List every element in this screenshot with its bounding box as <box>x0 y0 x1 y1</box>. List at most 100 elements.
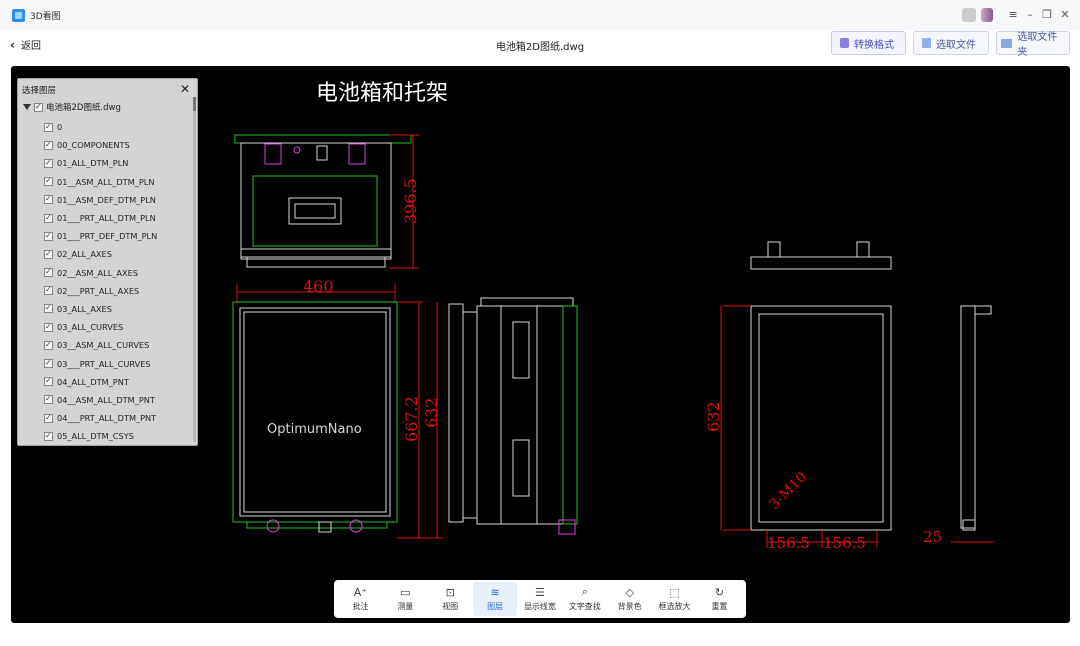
layer-checkbox[interactable] <box>44 176 53 187</box>
layer-name: 01__ASM_ALL_DTM_PLN <box>57 176 155 187</box>
layer-item[interactable]: 0 <box>44 118 157 136</box>
layer-item[interactable]: 05_ALL_DTM_CSYS <box>44 427 157 445</box>
line-width-label: 显示线宽 <box>523 602 556 611</box>
bottom-toolbar: A⁺ 批注 ▭ 测量 ⊡ 视图 ≋ 图层 ☰ 显示线宽 ⌕ 文字查找 ◇ 背景色… <box>334 580 746 618</box>
layer-checkbox[interactable] <box>44 194 53 205</box>
text-search-icon: ⌕ <box>581 585 588 598</box>
layer-checkbox[interactable] <box>44 122 53 132</box>
layer-checkbox[interactable] <box>44 267 53 278</box>
layer-name: 02__ASM_ALL_AXES <box>57 267 138 278</box>
select-folder-button[interactable]: 选取文件夹 <box>996 31 1070 58</box>
layer-name: 0 <box>57 122 63 133</box>
convert-format-label: 转换格式 <box>854 39 894 51</box>
layer-checkbox[interactable] <box>44 394 53 405</box>
layer-name: 03__ASM_ALL_CURVES <box>57 340 150 351</box>
avatar[interactable] <box>962 8 976 22</box>
reset-icon: ↻ <box>714 585 725 599</box>
front-view: 460 OptimumNano 667.2 632 <box>232 277 443 539</box>
layer-checkbox[interactable] <box>44 322 53 332</box>
layer-checkbox[interactable] <box>44 231 53 241</box>
layer-checkbox[interactable] <box>44 431 53 441</box>
layers-label: 图层 <box>487 602 504 611</box>
dim-bracket-height: 632 <box>704 401 723 432</box>
user-badge-icon[interactable] <box>981 8 993 22</box>
drawing-title: 电池箱和托架 <box>316 81 448 106</box>
layer-item[interactable]: 01__ASM_ALL_DTM_PLN <box>44 173 157 191</box>
reset-button[interactable]: ↻ 重置 <box>697 582 741 616</box>
close-icon[interactable]: ✕ <box>1058 8 1072 22</box>
layer-item[interactable]: 00_COMPONENTS <box>44 136 157 154</box>
layer-checkbox[interactable] <box>44 249 53 259</box>
layer-item[interactable]: 04_ALL_DTM_PNT <box>44 373 157 391</box>
layer-checkbox[interactable] <box>44 140 53 150</box>
zoom-box-button[interactable]: ⬚ 框选放大 <box>653 582 697 616</box>
file-icon <box>922 38 931 48</box>
layer-name: 02_ALL_AXES <box>57 249 112 260</box>
view-button[interactable]: ⊡ 视图 <box>428 582 472 616</box>
layer-checkbox[interactable] <box>44 303 53 314</box>
layer-checkbox[interactable] <box>44 285 53 296</box>
view-label: 视图 <box>442 602 459 611</box>
layer-item[interactable]: 02__ASM_ALL_AXES <box>44 264 157 282</box>
layer-checkbox[interactable] <box>34 102 43 112</box>
select-folder-label: 选取文件夹 <box>1017 32 1058 58</box>
layer-item[interactable]: 03__ASM_ALL_CURVES <box>44 336 157 354</box>
layer-panel: 选择图层 ✕ 电池箱2D图纸.dwg 0 00_COMPONENTS 01_AL… <box>17 78 198 446</box>
menu-icon[interactable]: ≡ <box>1006 8 1020 22</box>
layer-item[interactable]: 01___PRT_ALL_DTM_PLN <box>44 209 157 227</box>
layer-item[interactable]: 04__ASM_ALL_DTM_PNT <box>44 391 157 409</box>
layer-item[interactable]: 01__ASM_DEF_DTM_PLN <box>44 191 157 209</box>
dim-height-632: 632 <box>422 397 441 428</box>
layer-checkbox[interactable] <box>44 413 53 423</box>
layer-checkbox[interactable] <box>44 358 53 369</box>
title-bar: 3D看图 ≡ – ❐ ✕ <box>0 0 1080 30</box>
layer-name: 01__ASM_DEF_DTM_PLN <box>57 194 156 205</box>
convert-format-button[interactable]: 转换格式 <box>831 31 906 55</box>
scrollbar[interactable] <box>193 97 196 442</box>
layer-name: 00_COMPONENTS <box>57 140 130 151</box>
restore-icon[interactable]: ❐ <box>1040 8 1054 22</box>
text-search-label: 文字查找 <box>568 602 601 611</box>
app-title: 3D看图 <box>30 12 61 22</box>
layers-button[interactable]: ≋ 图层 <box>473 582 518 616</box>
measure-icon: ▭ <box>400 585 411 599</box>
layer-checkbox[interactable] <box>44 376 53 387</box>
bracket-top-view <box>750 241 892 270</box>
layer-item[interactable]: 03_ALL_AXES <box>44 300 157 318</box>
layer-name: 01___PRT_ALL_DTM_PLN <box>57 213 156 224</box>
measure-button[interactable]: ▭ 测量 <box>383 582 427 616</box>
reset-label: 重置 <box>711 602 728 611</box>
layer-name: 03___PRT_ALL_CURVES <box>57 358 151 369</box>
layer-item[interactable]: 04___PRT_ALL_DTM_PNT <box>44 409 157 427</box>
dim-width: 460 <box>303 277 334 296</box>
layers-icon: ≋ <box>490 585 500 599</box>
bracket-side-view: 25 <box>923 305 993 546</box>
layer-item[interactable]: 01_ALL_DTM_PLN <box>44 154 157 172</box>
text-search-button[interactable]: ⌕ 文字查找 <box>563 582 607 616</box>
layer-root-label: 电池箱2D图纸.dwg <box>46 103 121 113</box>
select-file-button[interactable]: 选取文件 <box>913 31 989 55</box>
layer-item[interactable]: 02___PRT_ALL_AXES <box>44 282 157 300</box>
layer-checkbox[interactable] <box>44 213 53 223</box>
zoom-box-label: 框选放大 <box>658 602 691 611</box>
scrollbar-thumb[interactable] <box>193 97 196 111</box>
expand-icon[interactable] <box>23 104 31 110</box>
annotate-button[interactable]: A⁺ 批注 <box>338 582 382 616</box>
layer-item[interactable]: 03___PRT_ALL_CURVES <box>44 354 157 372</box>
layer-checkbox[interactable] <box>44 340 53 350</box>
layer-name: 03_ALL_AXES <box>57 303 112 314</box>
layer-item[interactable]: 01___PRT_DEF_DTM_PLN <box>44 227 157 245</box>
layer-tree-root[interactable]: 电池箱2D图纸.dwg <box>23 101 121 113</box>
side-view <box>448 297 578 535</box>
layer-checkbox[interactable] <box>44 158 53 168</box>
layer-item[interactable]: 02_ALL_AXES <box>44 245 157 263</box>
layer-item[interactable]: 03_ALL_CURVES <box>44 318 157 336</box>
line-width-button[interactable]: ☰ 显示线宽 <box>518 582 562 616</box>
layer-name: 04__ASM_ALL_DTM_PNT <box>57 394 155 405</box>
view-icon: ⊡ <box>445 585 455 599</box>
close-icon[interactable]: ✕ <box>180 82 190 96</box>
annotate-icon: A⁺ <box>353 585 368 599</box>
brand-text: OptimumNano <box>267 422 362 437</box>
minimize-icon[interactable]: – <box>1023 8 1037 22</box>
bg-color-button[interactable]: ◇ 背景色 <box>608 582 652 616</box>
